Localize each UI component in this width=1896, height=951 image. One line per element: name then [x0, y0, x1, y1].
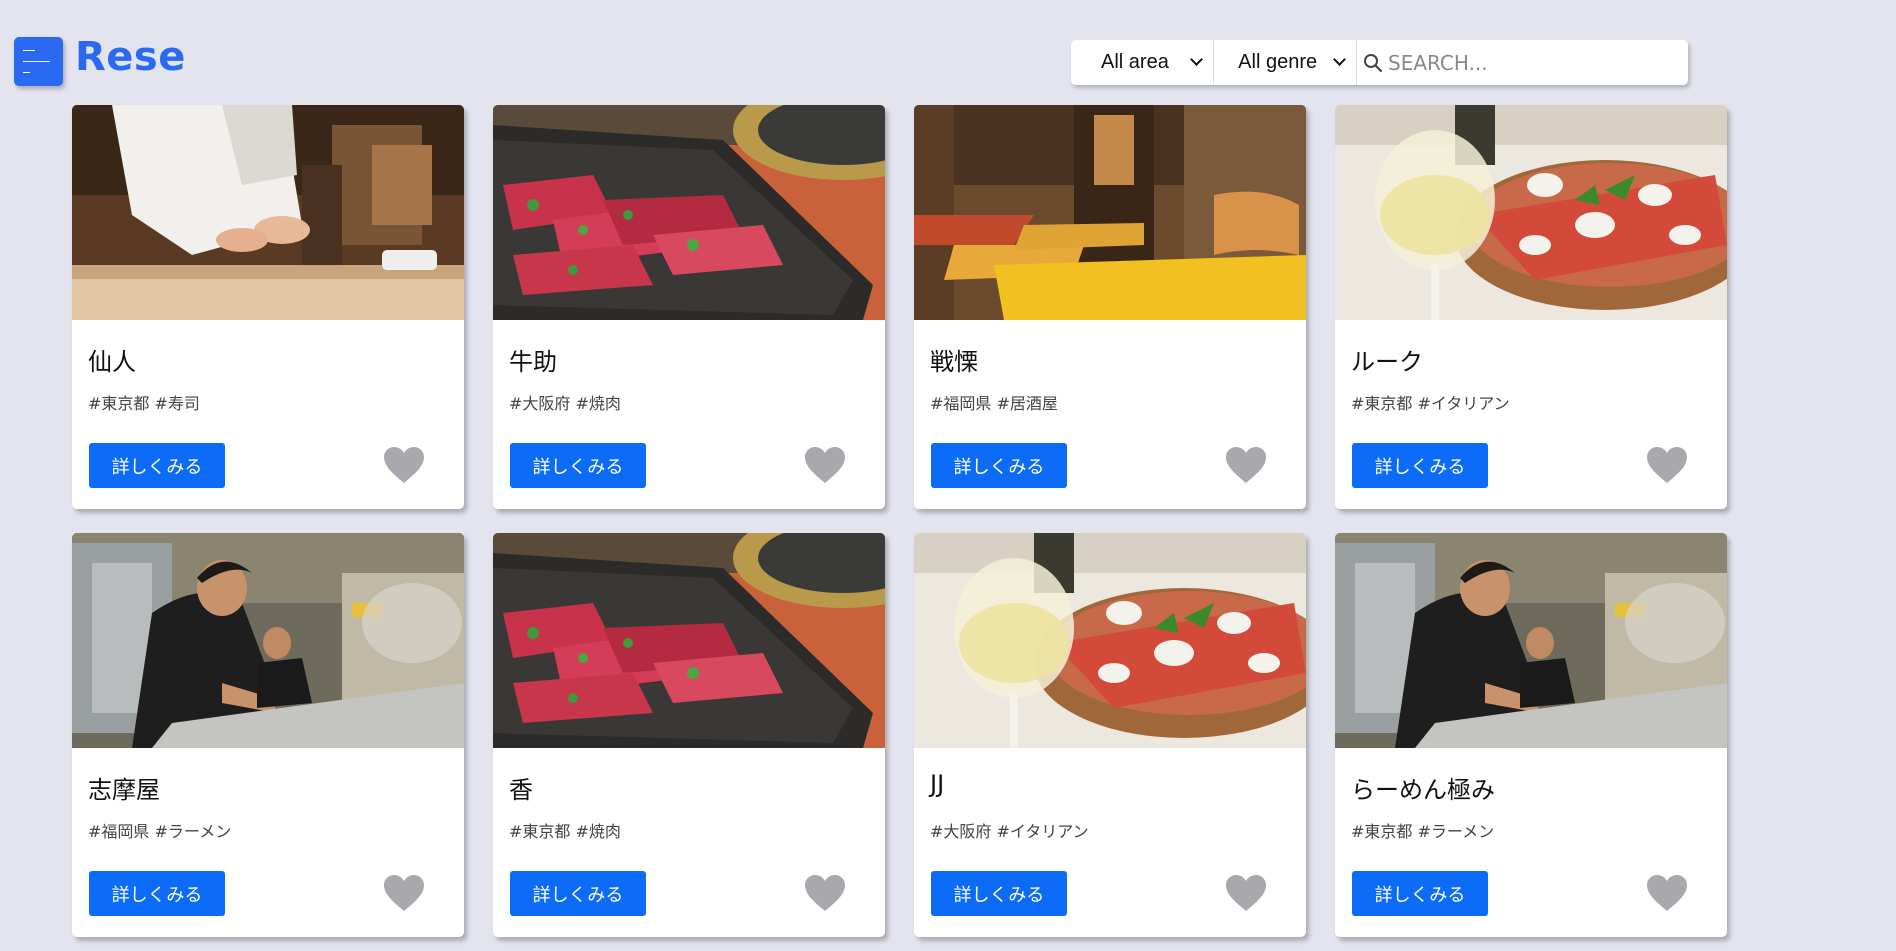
area-select-value: All area: [1101, 51, 1169, 73]
shop-image: [493, 533, 885, 748]
detail-button[interactable]: 詳しくみる: [1352, 443, 1488, 488]
shop-name: ルーク: [1351, 348, 1423, 376]
search-input[interactable]: [1388, 42, 1688, 83]
heart-icon[interactable]: [382, 873, 426, 913]
heart-icon[interactable]: [803, 445, 847, 485]
detail-button[interactable]: 詳しくみる: [510, 871, 646, 916]
shop-tags: #大阪府 #焼肉: [509, 394, 621, 413]
detail-button[interactable]: 詳しくみる: [89, 871, 225, 916]
shop-image: [914, 533, 1306, 748]
shop-card: 志摩屋 #福岡県 #ラーメン詳しくみる: [72, 533, 464, 937]
shop-image: [493, 105, 885, 320]
heart-icon[interactable]: [1224, 873, 1268, 913]
search-icon: [1362, 52, 1384, 74]
shop-card: 香 #東京都 #焼肉詳しくみる: [493, 533, 885, 937]
card-body: らーめん極み #東京都 #ラーメン詳しくみる: [1335, 748, 1727, 937]
shop-name: 香: [509, 776, 533, 804]
menu-button[interactable]: [14, 37, 63, 86]
shop-image: [72, 105, 464, 320]
detail-button[interactable]: 詳しくみる: [510, 443, 646, 488]
shop-card: ルーク #東京都 #イタリアン詳しくみる: [1335, 105, 1727, 509]
shop-list: 仙人 #東京都 #寿司詳しくみる 牛助 #大阪府 #焼肉詳しくみる 戦慄 #福岡県 #居酒…: [72, 105, 1727, 937]
detail-button[interactable]: 詳しくみる: [931, 871, 1067, 916]
card-body: JJ #大阪府 #イタリアン詳しくみる: [914, 748, 1306, 937]
heart-icon[interactable]: [1645, 445, 1689, 485]
shop-name: JJ: [930, 770, 945, 798]
heart-icon[interactable]: [1645, 873, 1689, 913]
card-body: 牛助 #大阪府 #焼肉詳しくみる: [493, 320, 885, 509]
shop-tags: #福岡県 #居酒屋: [930, 394, 1058, 413]
shop-image: [1335, 105, 1727, 320]
detail-button[interactable]: 詳しくみる: [1352, 871, 1488, 916]
shop-tags: #東京都 #イタリアン: [1351, 394, 1510, 413]
heart-icon[interactable]: [803, 873, 847, 913]
shop-image: [914, 105, 1306, 320]
heart-icon[interactable]: [382, 445, 426, 485]
card-body: ルーク #東京都 #イタリアン詳しくみる: [1335, 320, 1727, 509]
menu-line: [23, 50, 35, 51]
card-body: 香 #東京都 #焼肉詳しくみる: [493, 748, 885, 937]
shop-name: 戦慄: [930, 348, 978, 376]
search-field: [1357, 40, 1688, 85]
shop-card: JJ #大阪府 #イタリアン詳しくみる: [914, 533, 1306, 937]
chevron-down-icon: [1333, 53, 1346, 66]
card-body: 志摩屋 #福岡県 #ラーメン詳しくみる: [72, 748, 464, 937]
menu-line: [23, 72, 30, 73]
detail-button[interactable]: 詳しくみる: [89, 443, 225, 488]
shop-card: 戦慄 #福岡県 #居酒屋詳しくみる: [914, 105, 1306, 509]
shop-tags: #大阪府 #イタリアン: [930, 822, 1089, 841]
shop-tags: #東京都 #寿司: [88, 394, 200, 413]
shop-name: 牛助: [509, 348, 557, 376]
shop-name: らーめん極み: [1351, 776, 1495, 804]
shop-card: らーめん極み #東京都 #ラーメン詳しくみる: [1335, 533, 1727, 937]
shop-image: [1335, 533, 1727, 748]
chevron-down-icon: [1190, 53, 1204, 66]
genre-select[interactable]: All genre: [1214, 40, 1357, 85]
search-bar: All area All genre: [1071, 40, 1688, 85]
shop-card: 仙人 #東京都 #寿司詳しくみる: [72, 105, 464, 509]
shop-name: 仙人: [88, 348, 136, 376]
menu-line: [23, 61, 50, 62]
genre-select-value: All genre: [1238, 51, 1318, 73]
area-select[interactable]: All area: [1071, 40, 1215, 85]
app-title: Rese: [75, 34, 186, 80]
shop-image: [72, 533, 464, 748]
detail-button[interactable]: 詳しくみる: [931, 443, 1067, 488]
shop-tags: #東京都 #ラーメン: [1351, 822, 1495, 841]
shop-tags: #福岡県 #ラーメン: [88, 822, 232, 841]
shop-tags: #東京都 #焼肉: [509, 822, 621, 841]
shop-name: 志摩屋: [88, 776, 160, 804]
shop-card: 牛助 #大阪府 #焼肉詳しくみる: [493, 105, 885, 509]
card-body: 戦慄 #福岡県 #居酒屋詳しくみる: [914, 320, 1306, 509]
heart-icon[interactable]: [1224, 445, 1268, 485]
card-body: 仙人 #東京都 #寿司詳しくみる: [72, 320, 464, 509]
